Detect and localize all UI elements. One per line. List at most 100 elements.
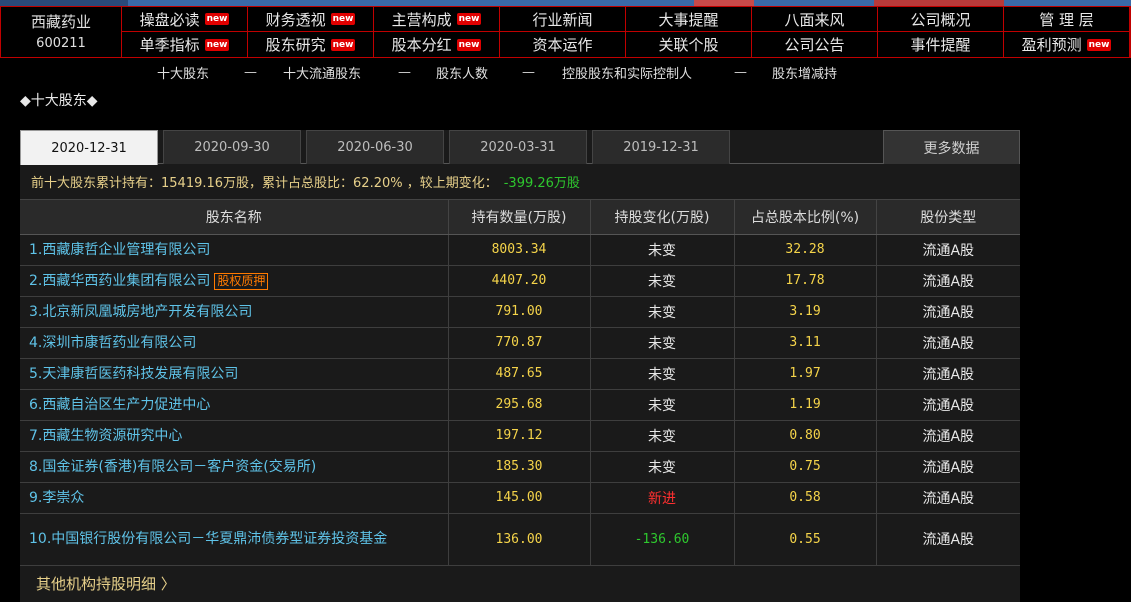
shareholders-table: 股东名称 持有数量(万股) 持股变化(万股) 占总股本比例(%) 股份类型 1.西藏康哲… <box>20 200 1020 566</box>
pledge-badge[interactable]: 股权质押 <box>214 272 269 290</box>
subnav-link[interactable]: 十大股东 <box>157 63 209 82</box>
share-type: 流通A股 <box>876 358 1020 390</box>
holding-change: 未变 <box>590 265 735 297</box>
shareholder-name-link[interactable]: 7.西藏生物资源研究中心 <box>29 428 182 444</box>
new-badge: new <box>456 38 482 51</box>
holding-percent: 0.58 <box>734 482 877 514</box>
nav-item-label: 公司公告 <box>784 36 845 54</box>
subnav-link[interactable]: 控股股东和实际控制人 <box>562 63 692 82</box>
holding-change: 未变 <box>590 296 735 328</box>
holding-percent: 0.75 <box>734 451 877 483</box>
table-row: 7.西藏生物资源研究中心 197.12 未变 0.80 流通A股 <box>20 420 1020 452</box>
nav-item-label: 公司概况 <box>910 10 971 29</box>
nav-item[interactable]: 事件提醒 <box>878 32 1004 57</box>
shareholder-name-link[interactable]: 2.西藏华西药业集团有限公司 <box>29 273 210 289</box>
holding-change: 未变 <box>590 234 735 266</box>
share-type: 流通A股 <box>876 482 1020 514</box>
summary-line: 前十大股东累计持有：15419.16万股，累计占总股比：62.20% ，较上期变… <box>20 164 1020 200</box>
holding-percent: 3.19 <box>734 296 877 328</box>
tab-period[interactable]: 2020-06-30 <box>306 130 444 164</box>
nav-item[interactable]: 财务透视 new <box>248 7 374 32</box>
nav-item-label: 主营构成 <box>391 10 452 29</box>
shareholder-name-link[interactable]: 8.国金证券(香港)有限公司－客户资金(交易所) <box>29 459 316 475</box>
holding-percent: 3.11 <box>734 327 877 359</box>
subnav-separator: — <box>398 64 411 80</box>
shareholder-name-cell: 5.天津康哲医药科技发展有限公司 <box>20 358 449 390</box>
nav-item-label: 管 理 层 <box>1039 10 1094 29</box>
shareholder-name-cell: 3.北京新凤凰城房地产开发有限公司 <box>20 296 449 328</box>
holding-qty: 136.00 <box>448 513 591 566</box>
share-type: 流通A股 <box>876 265 1020 297</box>
stock-info[interactable]: 西藏药业 600211 <box>1 7 122 57</box>
share-type: 流通A股 <box>876 451 1020 483</box>
new-badge: new <box>330 38 356 51</box>
nav-item[interactable]: 盈利预测 new <box>1004 32 1130 57</box>
holding-qty: 770.87 <box>448 327 591 359</box>
tab-period[interactable]: 2020-12-31 <box>20 130 158 165</box>
holding-change: 未变 <box>590 327 735 359</box>
tab-period[interactable]: 2019-12-31 <box>592 130 730 164</box>
holding-percent: 0.80 <box>734 420 877 452</box>
nav-item[interactable]: 大事提醒 <box>626 7 752 32</box>
nav-item[interactable]: 操盘必读 new <box>122 7 248 32</box>
shareholder-name-cell: 6.西藏自治区生产力促进中心 <box>20 389 449 421</box>
nav-item[interactable]: 公司概况 <box>878 7 1004 32</box>
shareholder-name-link[interactable]: 3.北京新凤凰城房地产开发有限公司 <box>29 304 252 320</box>
nav-item-label: 关联个股 <box>658 36 719 54</box>
subnav-link[interactable]: 十大流通股东 <box>283 63 361 82</box>
summary-change: -399.26万股 <box>503 176 580 191</box>
share-type: 流通A股 <box>876 327 1020 359</box>
stock-code: 600211 <box>36 35 86 51</box>
summary-text: 前十大股东累计持有：15419.16万股，累计占总股比：62.20% ，较上期变… <box>31 176 498 191</box>
shareholder-name-cell: 2.西藏华西药业集团有限公司 股权质押 <box>20 265 449 297</box>
table-row: 3.北京新凤凰城房地产开发有限公司 791.00 未变 3.19 流通A股 <box>20 296 1020 328</box>
shareholder-name-link[interactable]: 6.西藏自治区生产力促进中心 <box>29 397 210 413</box>
subnav-link[interactable]: 股东增减持 <box>772 63 837 82</box>
nav-item[interactable]: 单季指标 new <box>122 32 248 57</box>
stock-name: 西藏药业 <box>30 12 91 31</box>
nav-item-label: 单季指标 <box>139 36 200 54</box>
shareholder-name-link[interactable]: 10.中国银行股份有限公司－华夏鼎沛债券型证券投资基金 <box>29 531 387 547</box>
shareholder-name-link[interactable]: 1.西藏康哲企业管理有限公司 <box>29 242 210 258</box>
nav-item-label: 大事提醒 <box>658 10 719 29</box>
nav-item-label: 股东研究 <box>265 36 326 54</box>
nav-item[interactable]: 资本运作 <box>500 32 626 57</box>
column-header: 持股变化(万股) <box>590 200 735 235</box>
share-type: 流通A股 <box>876 296 1020 328</box>
nav-item[interactable]: 关联个股 <box>626 32 752 57</box>
tab-period[interactable]: 2020-03-31 <box>449 130 587 164</box>
holding-percent: 1.19 <box>734 389 877 421</box>
holding-qty: 145.00 <box>448 482 591 514</box>
shareholder-name-link[interactable]: 9.李崇众 <box>29 490 84 506</box>
nav-item[interactable]: 股东研究 new <box>248 32 374 57</box>
more-data-button[interactable]: 更多数据 <box>883 130 1020 164</box>
nav-item[interactable]: 八面来风 <box>752 7 878 32</box>
shareholder-name-link[interactable]: 5.天津康哲医药科技发展有限公司 <box>29 366 238 382</box>
table-row: 6.西藏自治区生产力促进中心 295.68 未变 1.19 流通A股 <box>20 389 1020 421</box>
nav-item[interactable]: 公司公告 <box>752 32 878 57</box>
table-row: 10.中国银行股份有限公司－华夏鼎沛债券型证券投资基金 136.00 -136.60… <box>20 513 1020 566</box>
subnav-separator: — <box>734 64 747 80</box>
nav-item[interactable]: 股本分红 new <box>374 32 500 57</box>
new-badge: new <box>204 13 230 25</box>
table-row: 8.国金证券(香港)有限公司－客户资金(交易所) 185.30 未变 0.75 流通A股 <box>20 451 1020 483</box>
shareholder-name-cell: 7.西藏生物资源研究中心 <box>20 420 449 452</box>
holding-change: -136.60 <box>590 513 735 566</box>
subnav-link[interactable]: 股东人数 <box>436 63 488 82</box>
tab-period[interactable]: 2020-09-30 <box>163 130 301 164</box>
shareholder-name-link[interactable]: 4.深圳市康哲药业有限公司 <box>29 335 196 351</box>
table-row: 4.深圳市康哲药业有限公司 770.87 未变 3.11 流通A股 <box>20 327 1020 359</box>
new-badge: new <box>204 38 230 51</box>
nav-item[interactable]: 主营构成 new <box>374 7 500 32</box>
holding-change: 未变 <box>590 358 735 390</box>
section-title: ◆十大股东◆ <box>20 93 98 109</box>
share-type: 流通A股 <box>876 420 1020 452</box>
new-badge: new <box>456 13 482 25</box>
nav-item-label: 八面来风 <box>784 10 845 29</box>
nav-item[interactable]: 行业新闻 <box>500 7 626 32</box>
other-institutions-link[interactable]: 其他机构持股明细 〉 <box>20 566 1020 602</box>
subnav-separator: — <box>244 64 257 80</box>
holding-qty: 295.68 <box>448 389 591 421</box>
nav-item[interactable]: 管 理 层 <box>1004 7 1130 32</box>
sub-nav: 十大股东 — 十大流通股东 — 股东人数 — 控股股东和实际控制人 — 股东增减持 <box>0 58 1131 86</box>
